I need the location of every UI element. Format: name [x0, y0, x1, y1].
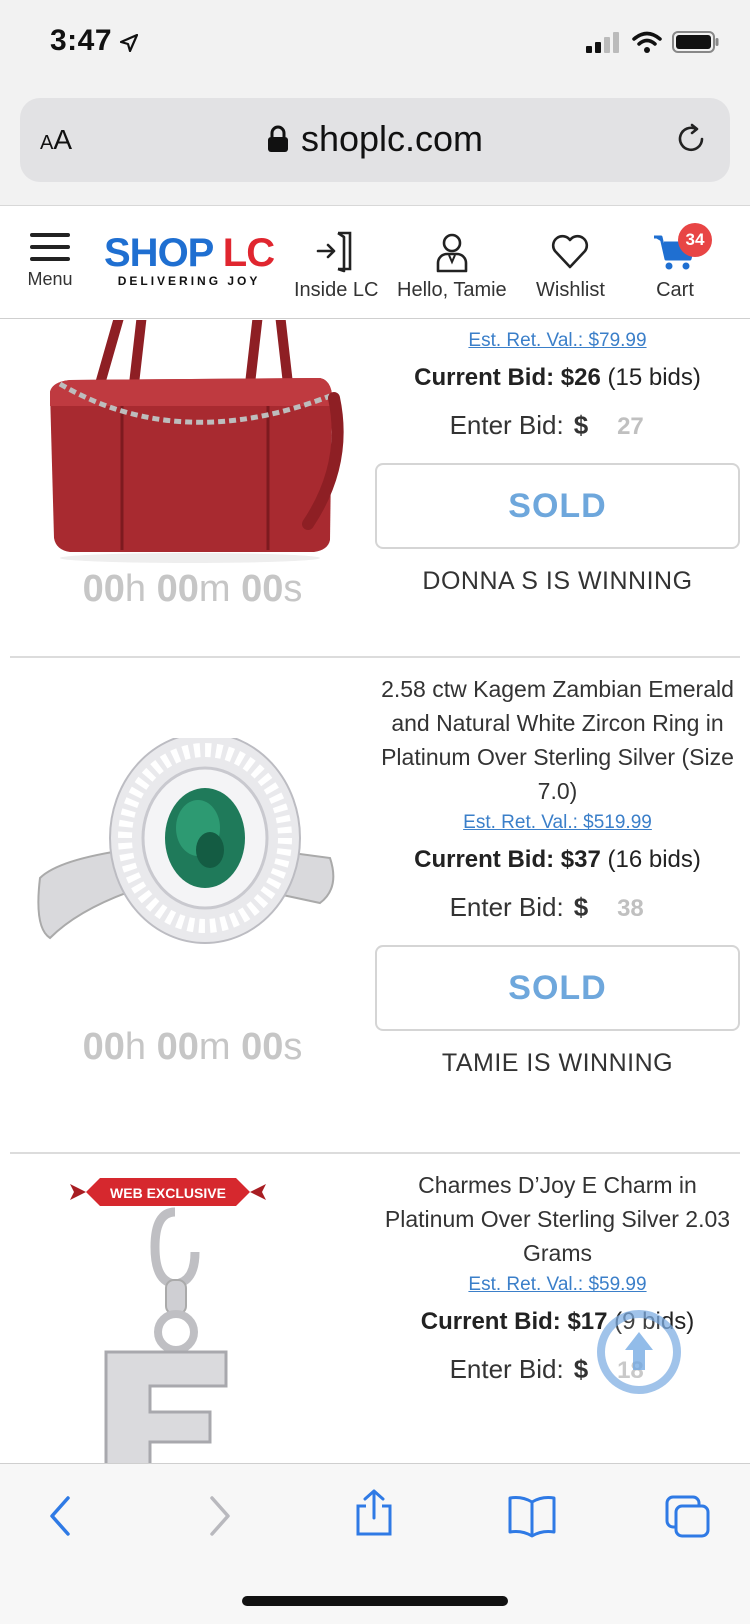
current-bid: Current Bid: $17 (9 bids) — [420, 1308, 695, 1335]
forward-icon[interactable] — [198, 1494, 238, 1538]
user-icon — [436, 233, 468, 273]
product-image-handbag[interactable] — [30, 320, 350, 564]
auction-list[interactable]: 00h 00m 00s Est. Ret. Val.: $79.99 Curre… — [0, 320, 750, 1463]
item-divider — [10, 656, 740, 658]
scroll-to-top-button[interactable] — [597, 1310, 681, 1394]
enter-bid-input[interactable]: 38 — [595, 895, 665, 923]
sold-button[interactable]: SOLD — [375, 463, 740, 549]
reload-icon[interactable] — [674, 122, 708, 156]
item-divider — [10, 1152, 740, 1154]
nav-inside-lc[interactable]: Inside LC — [294, 229, 379, 302]
product-title[interactable]: 2.58 ctw Kagem Zambian Emerald and Natur… — [380, 672, 735, 808]
menu-button[interactable]: Menu — [26, 233, 74, 290]
back-icon[interactable] — [42, 1494, 82, 1538]
product-image-ring[interactable] — [30, 732, 350, 968]
shoplc-logo[interactable]: SHOP LC DELIVERING JOY — [104, 231, 275, 288]
lock-icon — [267, 125, 288, 152]
arrow-up-icon — [625, 1332, 653, 1370]
current-bid: Current Bid: $26 (15 bids) — [414, 364, 701, 391]
enter-bid-input[interactable]: 27 — [595, 413, 665, 441]
status-bar: 3:47 — [0, 0, 750, 92]
nav-cart[interactable]: 34 Cart — [652, 223, 712, 302]
est-retail-value-link[interactable]: Est. Ret. Val.: $519.99 — [380, 812, 735, 834]
signal-icon — [586, 32, 619, 53]
nav-account[interactable]: Hello, Tamie — [397, 229, 507, 302]
countdown-timer: 00h 00m 00s — [82, 1026, 303, 1068]
est-retail-value-link[interactable]: Est. Ret. Val.: $59.99 — [380, 1274, 735, 1296]
hamburger-icon — [26, 233, 74, 261]
wifi-icon — [632, 31, 662, 53]
nav-wishlist[interactable]: Wishlist — [536, 229, 605, 302]
current-bid: Current Bid: $37 (16 bids) — [414, 846, 701, 873]
bookmarks-icon[interactable] — [506, 1494, 558, 1538]
product-title[interactable]: Charmes D’Joy E Charm in Platinum Over S… — [380, 1168, 735, 1270]
battery-icon — [672, 31, 719, 53]
sold-button[interactable]: SOLD — [375, 945, 740, 1031]
winning-status: DONNA S IS WINNING — [422, 567, 693, 595]
location-arrow-icon — [120, 34, 138, 52]
winning-status: TAMIE IS WINNING — [441, 1049, 674, 1077]
est-retail-value-link[interactable]: Est. Ret. Val.: $79.99 — [380, 330, 735, 352]
status-time: 3:47 — [50, 24, 113, 57]
address-bar[interactable]: AA shoplc.com — [20, 98, 730, 182]
enter-bid-row: Enter Bid: $ 18 — [380, 1354, 735, 1385]
url-text: shoplc.com — [300, 118, 484, 159]
share-icon[interactable] — [352, 1488, 396, 1538]
heart-icon — [552, 234, 589, 269]
enter-bid-row: Enter Bid: $ 38 — [380, 892, 735, 923]
menu-label: Menu — [27, 269, 73, 289]
countdown-timer: 00h 00m 00s — [82, 568, 303, 610]
home-indicator[interactable] — [242, 1596, 508, 1606]
web-exclusive-ribbon: WEB EXCLUSIVE — [110, 1185, 226, 1201]
site-header: Menu SHOP LC DELIVERING JOY Inside LC He… — [0, 207, 750, 319]
enter-bid-row: Enter Bid: $ 27 — [380, 410, 735, 441]
product-image-charm[interactable]: WEB EXCLUSIVE — [30, 1172, 350, 1463]
sign-in-icon — [316, 231, 352, 273]
tabs-icon[interactable] — [664, 1494, 712, 1540]
url-display[interactable]: shoplc.com — [20, 118, 730, 160]
cart-count-badge: 34 — [678, 223, 712, 257]
browser-address-area: AA shoplc.com — [0, 92, 750, 206]
